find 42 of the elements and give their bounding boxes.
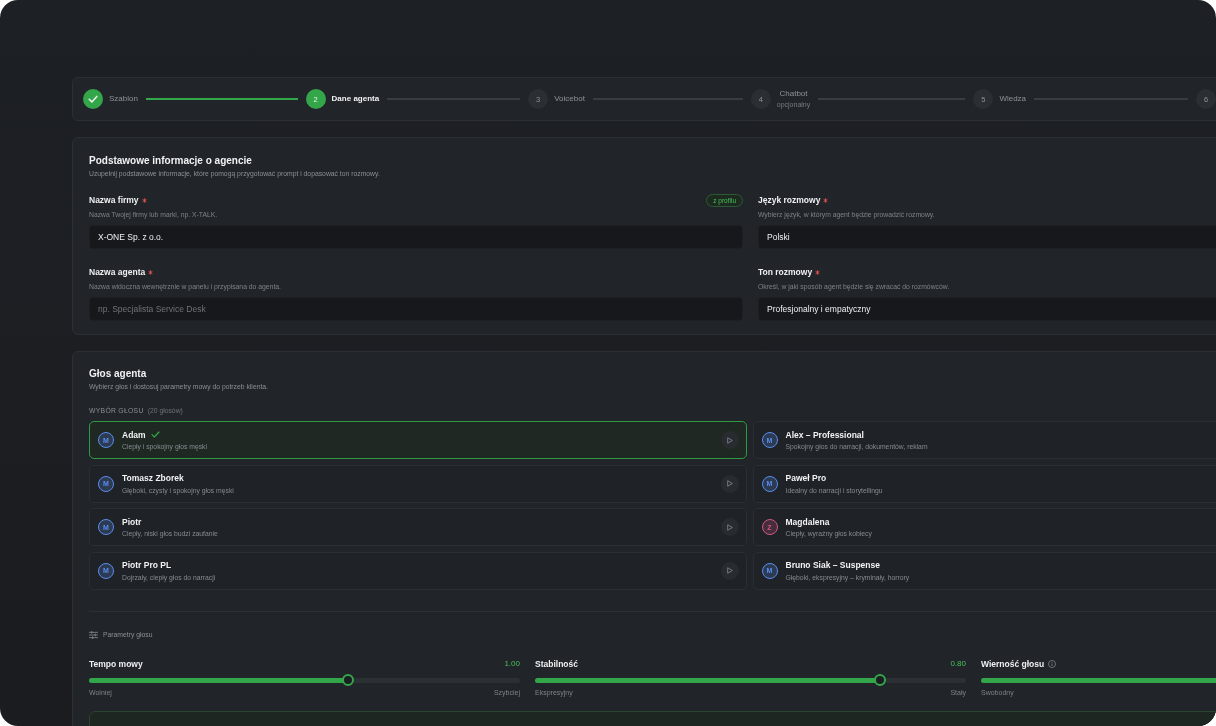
slider-label: Tempo mowy	[89, 658, 143, 669]
step-label: Szablon	[109, 94, 138, 104]
step-label: Dane agenta	[331, 94, 380, 104]
slider-track[interactable]	[535, 677, 966, 683]
input-field[interactable]: np. Specjalista Service Desk	[89, 297, 743, 321]
field-label: Nazwa firmy	[89, 195, 139, 205]
voice-name: Tomasz Zborek	[122, 473, 184, 483]
voice-name: Adam	[122, 429, 146, 440]
play-icon	[726, 523, 733, 531]
voice-name: Magdalena	[785, 516, 830, 527]
voice-name: Paweł Pro	[785, 473, 827, 483]
voice-name: Bruno Siak – Suspense	[785, 560, 880, 570]
play-icon	[726, 480, 733, 487]
section-title: Podstawowe informacje o agencie	[89, 154, 253, 167]
play-icon	[726, 567, 733, 574]
voice-name: Piotr	[122, 516, 142, 527]
play-button[interactable]	[720, 474, 739, 493]
field-label: Język rozmowy	[758, 195, 821, 205]
play-icon	[726, 436, 733, 444]
step-label: Chatbot	[779, 89, 808, 99]
slider-thumb[interactable]	[341, 674, 354, 686]
section-title: Głos agenta	[89, 367, 148, 380]
slider-thumb[interactable]	[873, 674, 886, 686]
field-label: Ton rozmowy	[758, 267, 813, 277]
input-field[interactable]: Polski	[758, 225, 1216, 249]
slider-label: Wierność głosu	[981, 658, 1045, 669]
slider-label: Stabilność	[535, 658, 578, 669]
sliders-icon	[89, 630, 98, 639]
slider-value: 0.80	[950, 659, 966, 668]
field-label: Nazwa agenta	[89, 267, 146, 277]
input-field[interactable]: X-ONE Sp. z o.o.	[89, 225, 743, 249]
step-label: Wiedza	[999, 94, 1027, 104]
check-icon	[150, 431, 160, 438]
slider-track[interactable]	[89, 677, 520, 683]
input-field[interactable]: Profesjonalny i empatyczny	[758, 297, 1216, 321]
play-button[interactable]	[720, 431, 739, 449]
slider-value: 1.00	[504, 659, 520, 668]
voice-name: Piotr Pro PL	[122, 560, 172, 570]
play-button[interactable]	[720, 561, 739, 580]
step-label: Voicebot	[554, 94, 585, 104]
voice-name: Alex – Professional	[785, 429, 864, 440]
play-button[interactable]	[720, 518, 739, 536]
